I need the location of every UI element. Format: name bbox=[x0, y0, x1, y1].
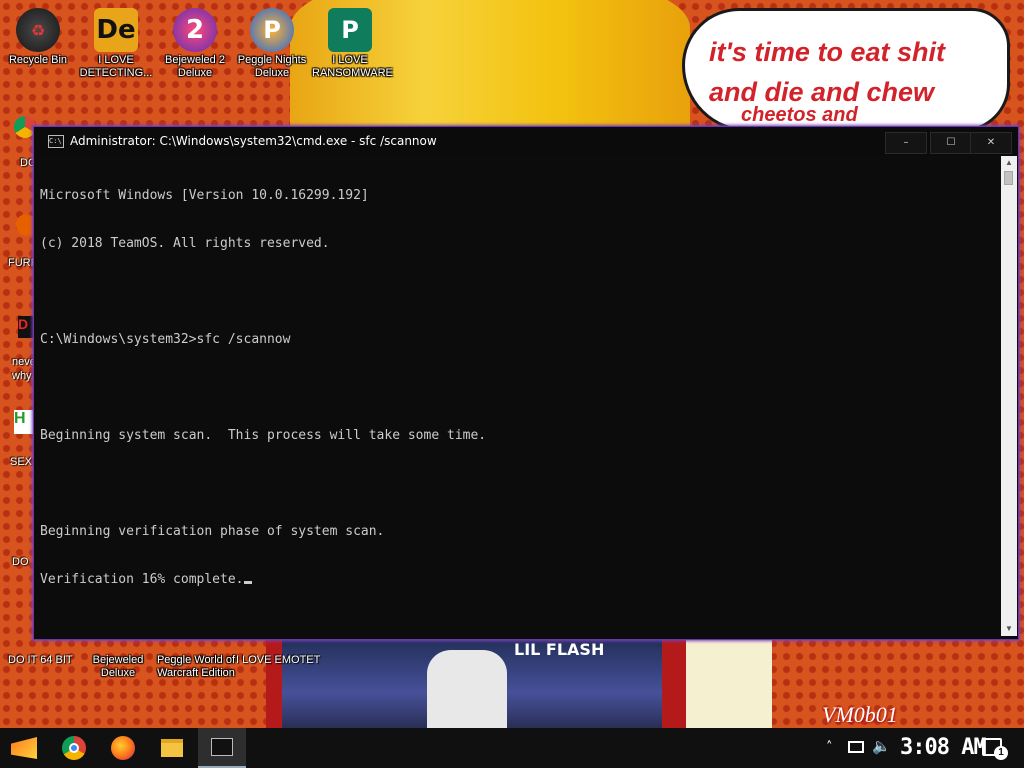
recycle-bin-icon: ♻ bbox=[16, 8, 60, 52]
desktop-icon-bejeweled-2[interactable]: 2 Bejeweled 2 Deluxe bbox=[157, 8, 233, 80]
console-line: Beginning verification phase of system s… bbox=[40, 524, 385, 539]
console-line: C:\Windows\system32>sfc /scannow bbox=[40, 332, 291, 347]
firefox-icon bbox=[111, 736, 135, 760]
desktop-icon-i-love-detecting[interactable]: De I LOVE DETECTING... bbox=[78, 8, 154, 80]
console-line: (c) 2018 TeamOS. All rights reserved. bbox=[40, 236, 330, 251]
album-title: LIL FLASH bbox=[514, 640, 605, 659]
peggle-icon: P bbox=[250, 8, 294, 52]
console-line: Beginning system scan. This process will… bbox=[40, 428, 487, 443]
console-line: Microsoft Windows [Version 10.0.16299.19… bbox=[40, 188, 369, 203]
chrome-icon bbox=[62, 736, 86, 760]
speech-bubble: it's time to eat shit and die and chew c… bbox=[682, 8, 1010, 132]
scroll-up-arrow-icon[interactable]: ▲ bbox=[1001, 156, 1017, 170]
desktop-icon-peggle-wow[interactable]: Peggle World of Warcraft Edition bbox=[156, 654, 236, 680]
maximize-button[interactable]: ☐ bbox=[930, 132, 972, 154]
scroll-thumb[interactable] bbox=[1004, 171, 1013, 185]
progress-text: Verification 16% complete. bbox=[40, 572, 244, 587]
album-figure bbox=[427, 650, 507, 728]
bejeweled-icon: 2 bbox=[173, 8, 217, 52]
speech-line-3: cheetos and bbox=[741, 104, 858, 126]
desktop-icon-label: I LOVE DETECTING... bbox=[79, 54, 153, 79]
minimize-button[interactable]: – bbox=[885, 132, 927, 154]
start-icon bbox=[11, 737, 37, 759]
desktop-icon-bejeweled-deluxe[interactable]: Bejeweled Deluxe bbox=[80, 654, 156, 680]
desktop-icon-do-it-64-bit[interactable]: DO IT 64 BIT bbox=[8, 654, 73, 666]
app-shortcut-icon[interactable]: H bbox=[14, 410, 34, 434]
desktop-icon-recycle-bin[interactable]: ♻ Recycle Bin bbox=[0, 8, 76, 67]
desktop-icon-i-love-ransomware[interactable]: P I LOVE RANSOMWARE bbox=[312, 8, 393, 80]
cmd-app-icon[interactable]: C:\ bbox=[48, 135, 64, 148]
cmd-window[interactable]: C:\ Administrator: C:\Windows\system32\c… bbox=[33, 126, 1019, 640]
desktop-icon-partial-label: why bbox=[12, 370, 32, 382]
wallpaper-watermark: VM0b01 bbox=[822, 702, 898, 727]
network-icon[interactable] bbox=[848, 741, 864, 753]
desktop-icon-label: Peggle Nights Deluxe bbox=[237, 54, 307, 79]
cmd-titlebar[interactable]: C:\ Administrator: C:\Windows\system32\c… bbox=[34, 127, 1018, 156]
scroll-down-arrow-icon[interactable]: ▼ bbox=[1001, 622, 1017, 636]
taskbar-cmd[interactable] bbox=[198, 728, 246, 768]
desktop-icon-label: Bejeweled Deluxe bbox=[92, 654, 144, 679]
taskbar: ˄ 🔈 3:08 AM 1 bbox=[0, 728, 1024, 768]
taskbar-chrome[interactable] bbox=[50, 728, 98, 768]
desktop-icon-partial-label[interactable]: DO bbox=[12, 556, 29, 568]
close-button[interactable]: ✕ bbox=[970, 132, 1012, 154]
wallpaper-yellow-panel bbox=[686, 640, 772, 728]
volume-icon[interactable]: 🔈 bbox=[872, 737, 891, 755]
publisher-icon: P bbox=[328, 8, 372, 52]
desktop-icon-partial-label[interactable]: SEX bbox=[10, 456, 32, 468]
desktop-icon-peggle-nights[interactable]: P Peggle Nights Deluxe bbox=[234, 8, 310, 80]
album-art-panel: LIL FLASH bbox=[266, 640, 686, 728]
console-output[interactable]: Microsoft Windows [Version 10.0.16299.19… bbox=[40, 156, 1002, 636]
app-shortcut-icon[interactable]: D bbox=[18, 316, 34, 338]
cmd-icon bbox=[211, 738, 233, 756]
speech-line-1: it's time to eat shit bbox=[709, 37, 945, 67]
console-line-progress: Verification 16% complete. bbox=[40, 572, 1002, 588]
desktop-icon-label: Peggle World of Warcraft Edition bbox=[156, 654, 236, 679]
desktop-icon-label: Bejeweled 2 Deluxe bbox=[165, 54, 225, 79]
desktop-icon-label: I LOVE RANSOMWARE bbox=[312, 54, 393, 79]
folder-icon bbox=[161, 739, 183, 757]
text-cursor bbox=[243, 581, 252, 584]
taskbar-firefox[interactable] bbox=[99, 728, 147, 768]
vertical-scrollbar[interactable]: ▲ ▼ bbox=[1001, 156, 1017, 636]
taskbar-file-explorer[interactable] bbox=[148, 728, 196, 768]
taskbar-clock[interactable]: 3:08 AM bbox=[900, 735, 987, 760]
desktop-icon-label: Recycle Bin bbox=[8, 54, 68, 66]
album-art-image: LIL FLASH bbox=[282, 640, 662, 728]
action-center-button[interactable]: 1 bbox=[982, 738, 1008, 760]
show-hidden-icons-chevron[interactable]: ˄ bbox=[826, 740, 833, 755]
start-button[interactable] bbox=[0, 728, 48, 768]
app-de-icon: De bbox=[94, 8, 138, 52]
desktop-icon-i-love-emotet[interactable]: I LOVE EMOTET bbox=[236, 654, 320, 666]
notification-badge: 1 bbox=[994, 746, 1008, 760]
window-title: Administrator: C:\Windows\system32\cmd.e… bbox=[70, 134, 437, 148]
